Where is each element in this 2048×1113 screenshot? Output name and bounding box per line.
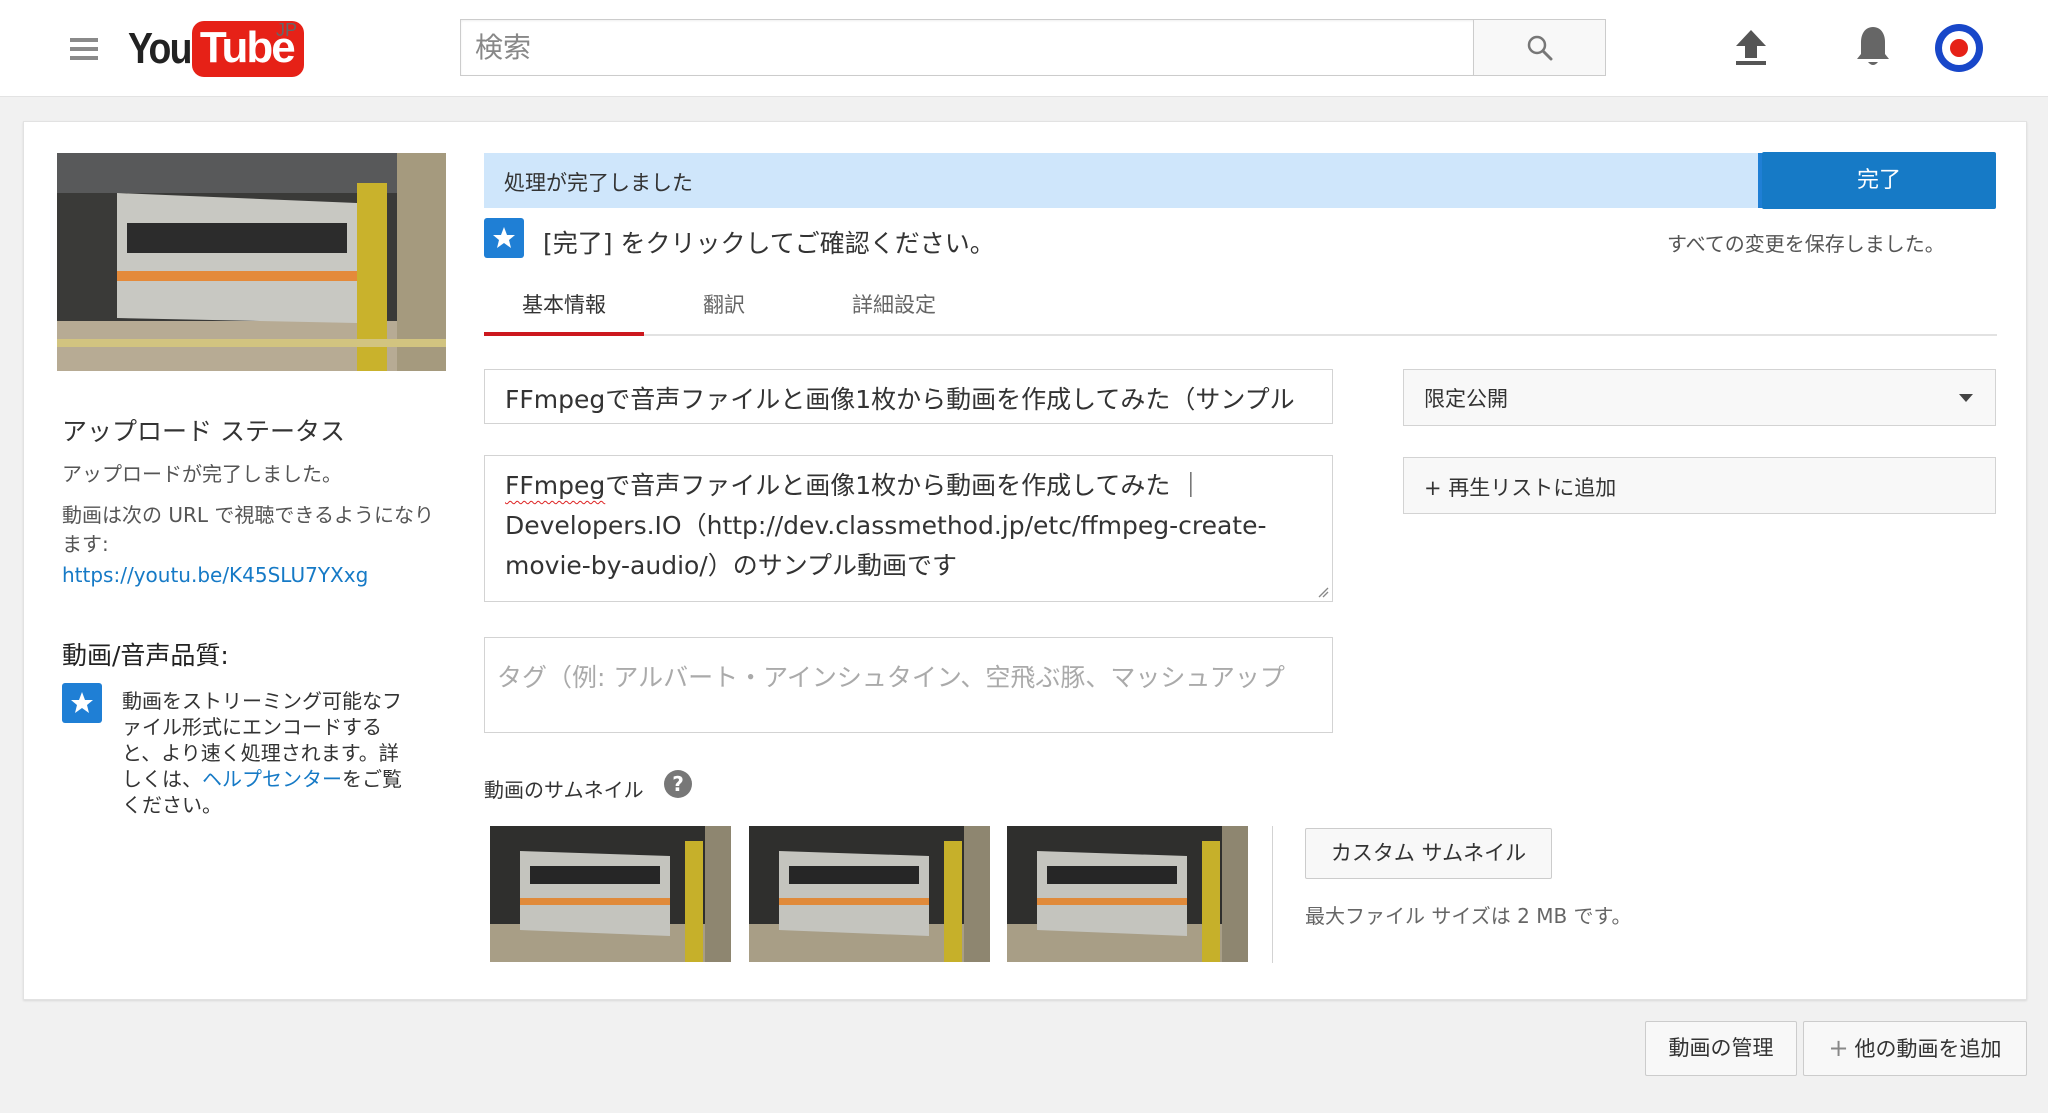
star-info-icon — [62, 683, 102, 723]
notifications-bell-icon[interactable] — [1854, 24, 1892, 68]
star-hint-icon — [484, 218, 524, 258]
thumbnail-section-title: 動画のサムネイル — [484, 778, 644, 802]
manage-videos-button[interactable]: 動画の管理 — [1645, 1021, 1797, 1076]
add-to-playlist-button[interactable]: + 再生リストに追加 — [1403, 457, 1996, 514]
youtube-logo[interactable]: You Tube JP — [128, 18, 304, 80]
privacy-dropdown[interactable]: 限定公開 — [1403, 369, 1996, 426]
quality-info-text: 動画をストリーミング可能なファイル形式にエンコードすると、より速く処理されます。… — [122, 688, 412, 818]
processing-status-text: 処理が完了しました — [504, 171, 693, 195]
tags-input[interactable]: タグ（例: アルバート・アインシュタイン、空飛ぶ豚、マッシュアップ — [484, 637, 1333, 733]
logo-you-text: You — [128, 24, 192, 73]
help-center-link[interactable]: ヘルプセンター — [202, 767, 342, 791]
processing-status-bar: 処理が完了しました — [484, 153, 1763, 208]
masthead: You Tube JP — [0, 0, 2048, 97]
video-title-field[interactable]: FFmpegで音声ファイルと画像1枚から動画を作成してみた（サンプル — [484, 369, 1333, 424]
add-more-videos-button[interactable]: + 他の動画を追加 — [1803, 1021, 2027, 1076]
max-file-size-text: 最大ファイル サイズは 2 MB です。 — [1305, 904, 1632, 928]
hamburger-menu-icon[interactable] — [70, 38, 98, 60]
tab-basic-info[interactable]: 基本情報 — [484, 286, 644, 336]
tab-advanced-settings[interactable]: 詳細設定 — [824, 286, 964, 336]
account-avatar[interactable] — [1935, 24, 1983, 72]
upload-status-title: アップロード ステータス — [62, 417, 345, 446]
quality-title: 動画/音声品質: — [62, 641, 229, 670]
help-question-icon[interactable]: ? — [664, 770, 692, 798]
video-description-field[interactable]: FFmpegで音声ファイルと画像1枚から動画を作成してみた ｜ Develope… — [484, 455, 1333, 602]
thumbnail-option-2[interactable] — [749, 826, 990, 962]
description-text: で音声ファイルと画像1枚から動画を作成してみた ｜ Developers.IO（… — [505, 471, 1267, 580]
click-done-hint: [完了] をクリックしてご確認ください。 — [543, 229, 995, 258]
search-input[interactable] — [461, 20, 1474, 75]
logo-region: JP — [276, 20, 298, 40]
spellcheck-word: FFmpeg — [505, 471, 606, 500]
upload-icon[interactable] — [1734, 28, 1768, 66]
resize-handle-icon[interactable] — [1317, 586, 1329, 598]
thumbnail-option-3[interactable] — [1007, 826, 1248, 962]
tab-translation[interactable]: 翻訳 — [664, 286, 784, 336]
thumbnail-divider — [1272, 826, 1273, 963]
upload-card: アップロード ステータス アップロードが完了しました。 動画は次の URL で視… — [23, 121, 2027, 1000]
video-preview-thumbnail[interactable] — [57, 153, 446, 371]
search-button[interactable] — [1473, 19, 1606, 76]
search-icon — [1527, 35, 1552, 60]
add-more-videos-label: 他の動画を追加 — [1854, 1037, 2002, 1061]
done-button[interactable]: 完了 — [1762, 152, 1996, 209]
dropdown-caret-icon — [1959, 394, 1973, 402]
thumbnail-option-1[interactable] — [490, 826, 731, 962]
custom-thumbnail-button[interactable]: カスタム サムネイル — [1305, 828, 1552, 879]
edit-tabs: 基本情報 翻訳 詳細設定 — [484, 286, 1997, 336]
video-url-link[interactable]: https://youtu.be/K45SLU7YXxg — [62, 561, 368, 590]
privacy-value: 限定公開 — [1424, 387, 1508, 411]
upload-complete-text: アップロードが完了しました。 — [62, 462, 342, 486]
saved-status-text: すべての変更を保存しました。 — [1667, 232, 1945, 256]
plus-icon: + — [1828, 1034, 1849, 1062]
search-box — [460, 19, 1474, 76]
url-intro-text: 動画は次の URL で視聴できるようになります: — [62, 503, 434, 556]
